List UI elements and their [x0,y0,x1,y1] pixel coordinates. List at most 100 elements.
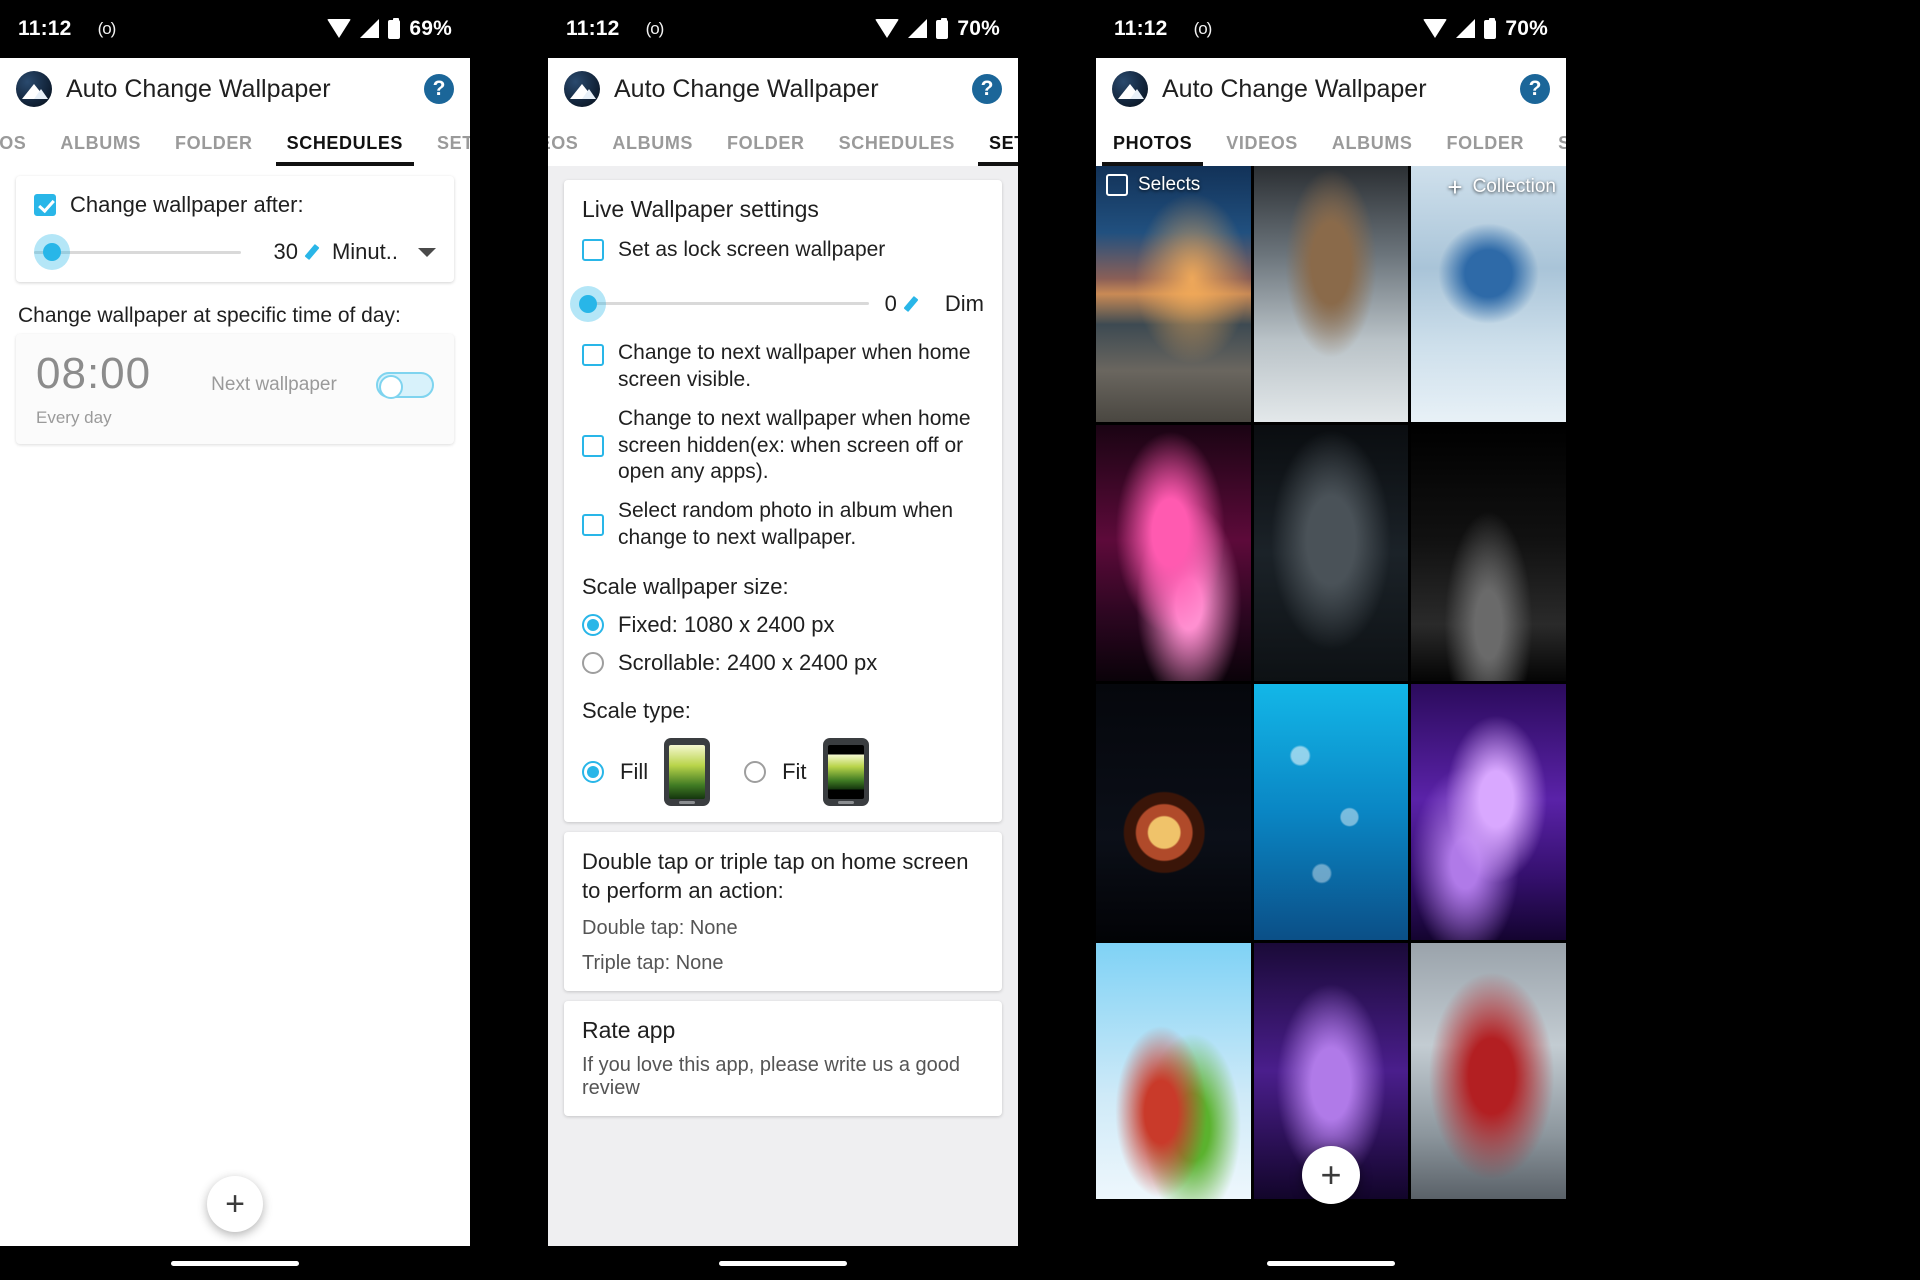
change-after-checkbox[interactable] [34,194,56,216]
chevron-down-icon[interactable] [418,247,436,257]
help-circle-icon[interactable]: ? [972,74,1002,104]
tab-folder[interactable]: FOLDER [158,120,270,166]
tab-videos[interactable]: DEOS [548,120,595,166]
tab-folder[interactable]: FOLDER [710,120,822,166]
interval-slider[interactable] [34,238,257,266]
tap-action-card[interactable]: Double tap or triple tap on home screen … [564,832,1002,992]
tab-videos[interactable]: DEOS [0,120,43,166]
tab-settings[interactable]: SETTINGS [972,120,1018,166]
specific-time-label: Change wallpaper at specific time of day… [18,304,401,327]
scale-type-label-fit: Fit [782,759,807,784]
phone-screenshot-settings: 11:12 (o) 70% Auto Change Wallpaper ? DE… [548,0,1018,1280]
selects-label: Selects [1138,174,1201,195]
scale-type-radio-fit[interactable] [744,761,767,783]
scale-type-label-fill: Fill [620,759,649,784]
photo-thumbnail[interactable] [1411,425,1566,681]
photo-thumbnail[interactable] [1411,684,1566,940]
scale-size-radio-fixed[interactable] [582,614,604,636]
tab-schedules[interactable]: SCHEDULES [822,120,972,166]
collection-badge[interactable]: + Collection [1447,174,1556,200]
photo-thumbnail[interactable] [1253,166,1409,422]
tab-bar-3[interactable]: PHOTOS VIDEOS ALBUMS FOLDER SCHEDULES [1096,120,1566,166]
nav-pill[interactable] [171,1260,299,1266]
tab-videos[interactable]: VIDEOS [1209,120,1315,166]
live-wallpaper-card: Live Wallpaper settings Set as lock scre… [564,180,1002,822]
pencil-icon[interactable] [306,243,324,261]
scale-size-option-fixed[interactable]: Fixed: 1080 x 2400 px [582,612,984,638]
photo-thumbnail[interactable] [1253,425,1409,681]
help-circle-icon[interactable]: ? [424,74,454,104]
scale-size-radio-scrollable[interactable] [582,652,604,674]
battery-percent: 70% [1505,17,1548,40]
dim-value: 0 [884,290,897,316]
screenshot-stage: 11:12 (o) 69% Auto Change Wallpaper ? DE… [0,0,1920,1280]
selects-checkbox[interactable] [1106,174,1128,196]
triple-tap-value[interactable]: Triple tap: None [582,952,984,975]
tab-albums[interactable]: ALBUMS [43,120,158,166]
battery-icon [1484,17,1497,39]
lock-screen-option[interactable]: Set as lock screen wallpaper [582,237,984,264]
schedule-row[interactable]: 08:00 Every day Next wallpaper [16,334,454,444]
mountain-logo-icon [16,71,52,107]
tab-schedules[interactable]: SCHEDULES [270,120,420,166]
cast-icon: (o) [1193,19,1213,38]
tab-bar-2[interactable]: DEOS ALBUMS FOLDER SCHEDULES SETTINGS [548,120,1018,166]
schedule-time: 08:00 [36,349,152,398]
plus-icon[interactable]: + [1447,174,1462,200]
photo-thumbnail[interactable] [1253,684,1409,940]
interval-unit: Minut.. [331,239,398,264]
battery-percent: 70% [957,17,1000,40]
photo-thumbnail[interactable] [1096,425,1251,681]
phone-screenshot-schedules: 11:12 (o) 69% Auto Change Wallpaper ? DE… [0,0,470,1280]
scale-size-label-fixed: Fixed: 1080 x 2400 px [618,612,835,637]
change-after-card: Change wallpaper after: 30 Minut.. [16,176,454,282]
schedule-toggle[interactable] [376,372,434,399]
add-photo-fab[interactable]: + [1302,1146,1360,1204]
rate-app-body: If you love this app, please write us a … [582,1054,961,1100]
scale-type-options: Fill Fit [582,738,984,806]
status-time: 11:12 [1114,17,1168,40]
schedules-screen: Change wallpaper after: 30 Minut.. Chang… [0,166,470,1246]
scale-type-radio-fill[interactable] [582,761,604,783]
nav-pill[interactable] [719,1260,847,1266]
add-schedule-fab[interactable]: + [207,1176,263,1232]
nav-bar-2 [548,1246,1018,1280]
home-visible-label: Change to next wallpaper when home scree… [618,340,971,391]
nav-bar-3 [1096,1246,1566,1280]
pencil-icon[interactable] [905,295,923,313]
random-photo-option[interactable]: Select random photo in album when change… [582,498,984,552]
tab-settings[interactable]: SETTINGS [420,120,470,166]
home-hidden-option[interactable]: Change to next wallpaper when home scree… [582,406,984,487]
photo-thumbnail[interactable]: Selects [1096,166,1251,422]
selects-badge[interactable]: Selects [1106,174,1200,196]
photo-thumbnail[interactable] [1096,943,1251,1199]
photo-thumbnail[interactable] [1411,943,1566,1199]
interval-value-group[interactable]: 30 Minut.. [273,239,436,265]
home-hidden-checkbox[interactable] [582,434,604,457]
dim-slider[interactable] [578,290,869,318]
photo-thumbnail[interactable]: + Collection [1411,166,1566,422]
dim-value-group[interactable]: 0 Dim [885,291,984,317]
status-time: 11:12 [18,17,72,40]
help-circle-icon[interactable]: ? [1520,74,1550,104]
nav-pill[interactable] [1267,1260,1395,1266]
home-visible-option[interactable]: Change to next wallpaper when home scree… [582,340,984,394]
tab-albums[interactable]: ALBUMS [595,120,710,166]
tab-bar-1[interactable]: DEOS ALBUMS FOLDER SCHEDULES SETTINGS [0,120,470,166]
lock-screen-checkbox[interactable] [582,239,604,262]
phone-fit-preview-icon [822,738,869,806]
app-title: Auto Change Wallpaper [1162,74,1427,103]
wifi-icon [327,18,352,38]
tab-schedules[interactable]: SCHEDULES [1541,120,1566,166]
rate-app-card[interactable]: Rate app If you love this app, please wr… [564,1001,1002,1117]
photo-thumbnail[interactable] [1096,684,1251,940]
random-photo-checkbox[interactable] [582,514,604,537]
scale-size-option-scrollable[interactable]: Scrollable: 2400 x 2400 px [582,650,984,676]
tab-folder[interactable]: FOLDER [1430,120,1542,166]
home-visible-checkbox[interactable] [582,343,604,366]
app-title: Auto Change Wallpaper [614,74,879,103]
double-tap-value[interactable]: Double tap: None [582,917,984,940]
tab-albums[interactable]: ALBUMS [1315,120,1430,166]
settings-screen: Live Wallpaper settings Set as lock scre… [548,166,1018,1246]
tab-photos[interactable]: PHOTOS [1096,120,1209,166]
